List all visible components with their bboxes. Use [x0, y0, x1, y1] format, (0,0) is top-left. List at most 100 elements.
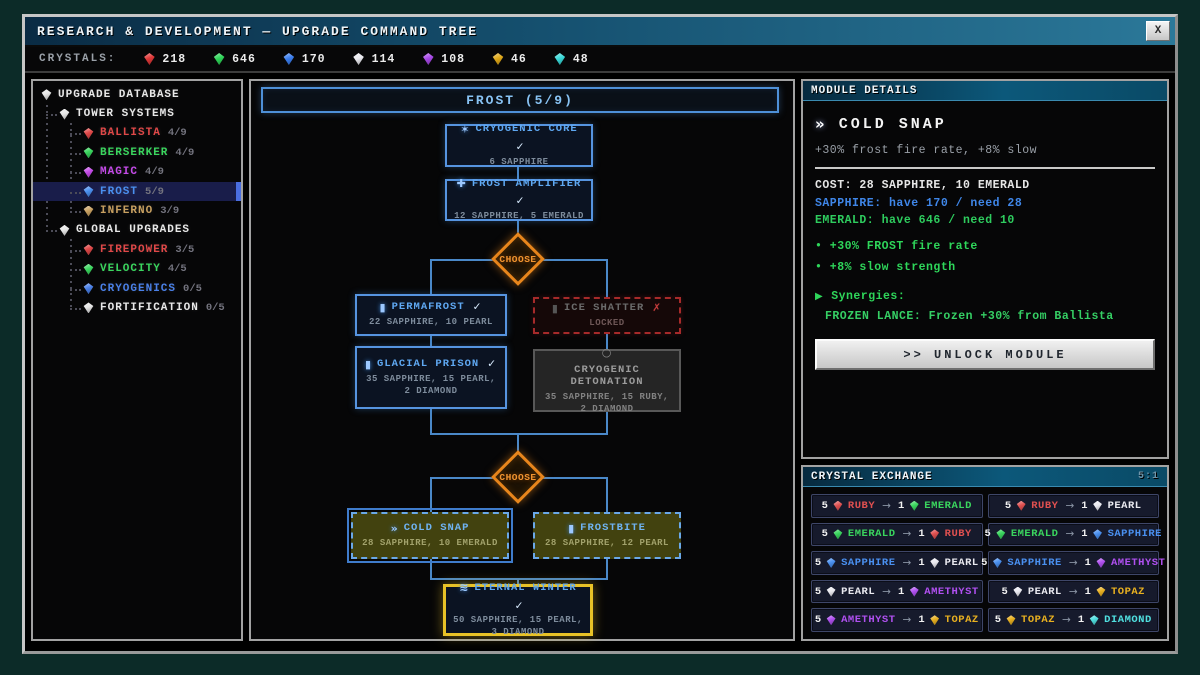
check-icon: ✓ [515, 600, 525, 613]
sidebar-item[interactable]: BERSERKER 4/9 [33, 143, 241, 162]
window-title: RESEARCH & DEVELOPMENT — UPGRADE COMMAND… [37, 24, 478, 39]
sidebar-item[interactable]: VELOCITY 4/5 [33, 260, 241, 279]
diamond-icon [554, 53, 566, 65]
topaz-icon [930, 615, 940, 625]
gem-icon [83, 264, 94, 275]
sidebar-item[interactable]: FORTIFICATION 0/5 [33, 298, 241, 317]
sidebar-item[interactable]: BALLISTA 4/9 [33, 124, 241, 143]
circle-icon: ○ [602, 346, 613, 359]
sidebar-item[interactable]: GLOBAL UPGRADES [33, 221, 241, 240]
sidebar-item[interactable]: FIREPOWER 3/5 [33, 240, 241, 259]
node-frost-amplifier[interactable]: ✚FROST AMPLIFIER✓ 12 SAPPHIRE, 5 EMERALD [445, 179, 593, 221]
node-ice-shatter[interactable]: ▮ ICE SHATTER ✗ LOCKED [533, 297, 681, 334]
sidebar-item[interactable]: INFERNO 3/9 [33, 201, 241, 220]
pearl-icon [1013, 587, 1023, 597]
exchange-button[interactable]: 5 SAPPHIRE → 1 AMETHYST [988, 551, 1160, 575]
sidebar-item-label: UPGRADE DATABASE [58, 89, 180, 101]
exchange-from-qty: 5 [815, 614, 821, 626]
sidebar-item[interactable]: UPGRADE DATABASE [33, 85, 241, 104]
arrow-icon: → [1069, 557, 1078, 569]
node-cost: 28 SAPPHIRE, 10 EMERALD [362, 538, 498, 550]
node-cost: 6 SAPPHIRE [489, 157, 548, 169]
ruby-icon [930, 529, 940, 539]
ruby-icon [143, 53, 155, 65]
exchange-button[interactable]: 5 EMERALD → 1 RUBY [811, 523, 983, 547]
gem-icon [83, 244, 94, 255]
node-title: FROSTBITE [580, 522, 646, 535]
resource-availability-line: SAPPHIRE: have 170 / need 28 [815, 197, 1155, 210]
node-title: ICE SHATTER [564, 302, 644, 315]
exchange-to-qty: 1 [1085, 586, 1091, 598]
tree-connector [430, 336, 432, 346]
sidebar-item[interactable]: MAGIC 4/9 [33, 163, 241, 182]
pearl-icon [353, 53, 365, 65]
sidebar-item[interactable]: FROST 5/9 [33, 182, 241, 201]
sidebar-item-count: 4/5 [168, 263, 187, 275]
exchange-button[interactable]: 5 RUBY → 1 PEARL [988, 494, 1160, 518]
node-cost: 12 SAPPHIRE, 5 EMERALD [454, 211, 584, 223]
exchange-button[interactable]: 5 TOPAZ → 1 DIAMOND [988, 608, 1160, 632]
crystal-counter: 646 [213, 53, 256, 66]
sidebar-item-label: CRYOGENICS [100, 283, 176, 295]
exchange-button[interactable]: 5 PEARL → 1 TOPAZ [988, 580, 1160, 604]
crystal-exchange-header-label: CRYSTAL EXCHANGE [811, 471, 933, 483]
right-column: MODULE DETAILS » COLD SNAP +30% frost fi… [801, 79, 1169, 641]
topaz-icon [492, 53, 504, 65]
exchange-from-qty: 5 [995, 614, 1001, 626]
node-eternal-winter[interactable]: ≋ETERNAL WINTER✓ 50 SAPPHIRE, 15 PEARL, … [443, 584, 593, 636]
exchange-to-qty: 1 [1085, 557, 1091, 569]
sidebar-item[interactable]: CRYOGENICS 0/5 [33, 279, 241, 298]
module-subtitle: +30% frost fire rate, +8% slow [815, 144, 1155, 157]
ice-block-icon: ▮ [552, 302, 559, 315]
arrow-icon: → [903, 557, 912, 569]
topaz-icon [1096, 587, 1106, 597]
close-button[interactable]: X [1146, 21, 1170, 41]
emerald-icon [833, 529, 843, 539]
exchange-from-qty: 5 [822, 528, 828, 540]
unlock-module-button[interactable]: >> UNLOCK MODULE [815, 339, 1155, 370]
crystal-exchange-header: CRYSTAL EXCHANGE 5:1 [803, 467, 1167, 487]
node-cold-snap[interactable]: »COLD SNAP 28 SAPPHIRE, 10 EMERALD [351, 512, 509, 559]
emerald-icon [213, 53, 225, 65]
node-cost: 28 SAPPHIRE, 12 PEARL [545, 538, 669, 550]
node-glacial-prison[interactable]: ▮GLACIAL PRISON✓ 35 SAPPHIRE, 15 PEARL, … [355, 346, 507, 409]
amethyst-icon [909, 587, 919, 597]
node-cost: LOCKED [589, 318, 624, 330]
exchange-from-name: PEARL [841, 586, 875, 598]
node-cost: 35 SAPPHIRE, 15 RUBY, 2 DIAMOND [540, 392, 674, 415]
node-frostbite[interactable]: ▮FROSTBITE 28 SAPPHIRE, 12 PEARL [533, 512, 681, 559]
exchange-button[interactable]: 5 RUBY → 1 EMERALD [811, 494, 983, 518]
exchange-to-qty: 1 [918, 614, 924, 626]
exchange-to-qty: 1 [1078, 614, 1084, 626]
crystal-counter: 108 [422, 53, 465, 66]
amethyst-icon [826, 615, 836, 625]
crystal-exchange-panel: CRYSTAL EXCHANGE 5:1 5 RUBY → 1 EMERALD [801, 465, 1169, 641]
pearl-icon [826, 587, 836, 597]
exchange-button[interactable]: 5 SAPPHIRE → 1 PEARL [811, 551, 983, 575]
effect-line: • +30% FROST fire rate [815, 240, 1155, 253]
locked-x-icon: ✗ [652, 302, 662, 315]
module-details-panel: MODULE DETAILS » COLD SNAP +30% frost fi… [801, 79, 1169, 459]
crystal-count: 170 [302, 53, 326, 66]
diamond-icon [1089, 615, 1099, 625]
exchange-to-name: TOPAZ [945, 614, 979, 626]
arrow-icon: → [1065, 500, 1074, 512]
exchange-button[interactable]: 5 PEARL → 1 AMETHYST [811, 580, 983, 604]
arrow-icon: → [1069, 586, 1078, 598]
arrow-icon: → [903, 528, 912, 540]
choose-gate-lower: CHOOSE [490, 449, 546, 505]
arrow-icon: → [903, 614, 912, 626]
sidebar-item-count: 4/9 [168, 127, 187, 139]
sidebar-item-label: VELOCITY [100, 263, 161, 275]
amethyst-icon [422, 53, 434, 65]
exchange-to-name: AMETHYST [924, 586, 978, 598]
exchange-button[interactable]: 5 AMETHYST → 1 TOPAZ [811, 608, 983, 632]
sidebar-item-label: BERSERKER [100, 147, 168, 159]
node-permafrost[interactable]: ▮PERMAFROST✓ 22 SAPPHIRE, 10 PEARL [355, 294, 507, 336]
sidebar-item[interactable]: TOWER SYSTEMS [33, 104, 241, 123]
exchange-button[interactable]: 5 EMERALD → 1 SAPPHIRE [988, 523, 1160, 547]
exchange-from-qty: 5 [822, 500, 828, 512]
node-cryogenic-core[interactable]: ✶CRYOGENIC CORE✓ 6 SAPPHIRE [445, 124, 593, 167]
gem-icon [83, 147, 94, 158]
node-cryogenic-detonation[interactable]: ○CRYOGENIC DETONATION 35 SAPPHIRE, 15 RU… [533, 349, 681, 412]
